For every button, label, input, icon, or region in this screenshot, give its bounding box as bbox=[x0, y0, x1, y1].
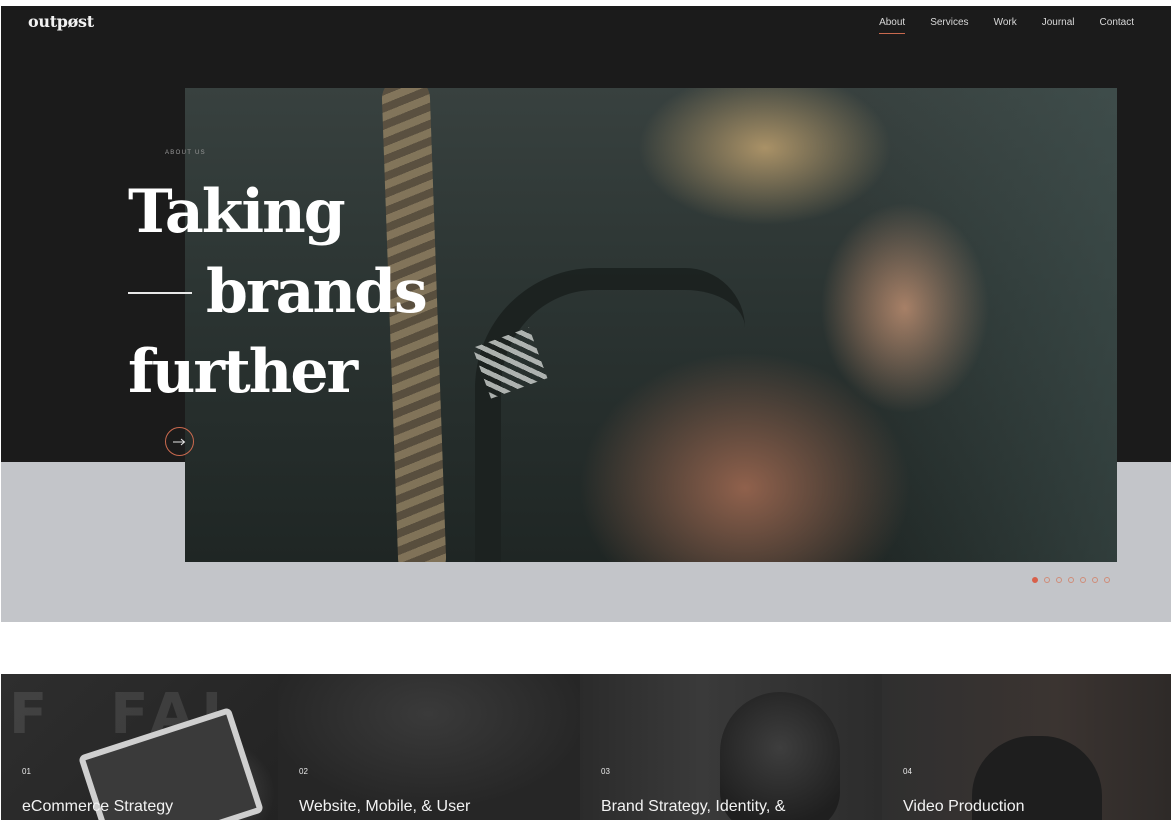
hero-next-button[interactable] bbox=[165, 427, 194, 456]
section-kicker: ABOUT US bbox=[165, 150, 206, 156]
hero-headline: Taking brands further bbox=[128, 172, 428, 412]
service-number: 01 bbox=[22, 767, 31, 776]
service-card-ecommerce[interactable]: F FAI 01 eCommerce Strategy bbox=[1, 674, 278, 820]
arrow-right-icon bbox=[173, 438, 186, 445]
slider-dot-3[interactable] bbox=[1056, 577, 1062, 583]
slider-dots bbox=[1032, 577, 1110, 583]
main-nav: About Services Work Journal Contact bbox=[879, 17, 1134, 34]
headline-line-2-text: brands bbox=[206, 257, 428, 327]
service-number: 04 bbox=[903, 767, 912, 776]
nav-item-about[interactable]: About bbox=[879, 17, 906, 34]
headline-line-1: Taking bbox=[128, 177, 346, 247]
slider-dot-2[interactable] bbox=[1044, 577, 1050, 583]
service-card-brand[interactable]: 03 Brand Strategy, Identity, & bbox=[580, 674, 882, 820]
service-card-video[interactable]: 04 Video Production bbox=[882, 674, 1171, 820]
nav-item-contact[interactable]: Contact bbox=[1100, 17, 1134, 34]
slider-dot-4[interactable] bbox=[1068, 577, 1074, 583]
service-card-website[interactable]: 02 Website, Mobile, & User bbox=[278, 674, 580, 820]
headline-line-2: brands bbox=[128, 252, 428, 332]
slider-dot-6[interactable] bbox=[1092, 577, 1098, 583]
tank-top-graphic bbox=[475, 268, 745, 562]
slider-dot-7[interactable] bbox=[1104, 577, 1110, 583]
headline-line-3: further bbox=[128, 337, 358, 407]
slider-dot-1[interactable] bbox=[1032, 577, 1038, 583]
service-number: 02 bbox=[299, 767, 308, 776]
hero-section: outpøst About Services Work Journal Cont… bbox=[1, 6, 1171, 622]
service-title: Website, Mobile, & User bbox=[299, 798, 471, 815]
brand-logo[interactable]: outpøst bbox=[28, 12, 94, 31]
services-grid: F FAI 01 eCommerce Strategy 02 Website, … bbox=[1, 674, 1171, 820]
service-number: 03 bbox=[601, 767, 610, 776]
headline-dash bbox=[128, 291, 192, 294]
nav-item-services[interactable]: Services bbox=[930, 17, 968, 34]
service-title: eCommerce Strategy bbox=[22, 798, 174, 815]
nav-item-work[interactable]: Work bbox=[994, 17, 1017, 34]
slider-dot-5[interactable] bbox=[1080, 577, 1086, 583]
photo-shade bbox=[857, 88, 1117, 562]
nav-item-journal[interactable]: Journal bbox=[1042, 17, 1075, 34]
service-title: Video Production bbox=[903, 798, 1025, 815]
service-title: Brand Strategy, Identity, & bbox=[601, 798, 786, 815]
